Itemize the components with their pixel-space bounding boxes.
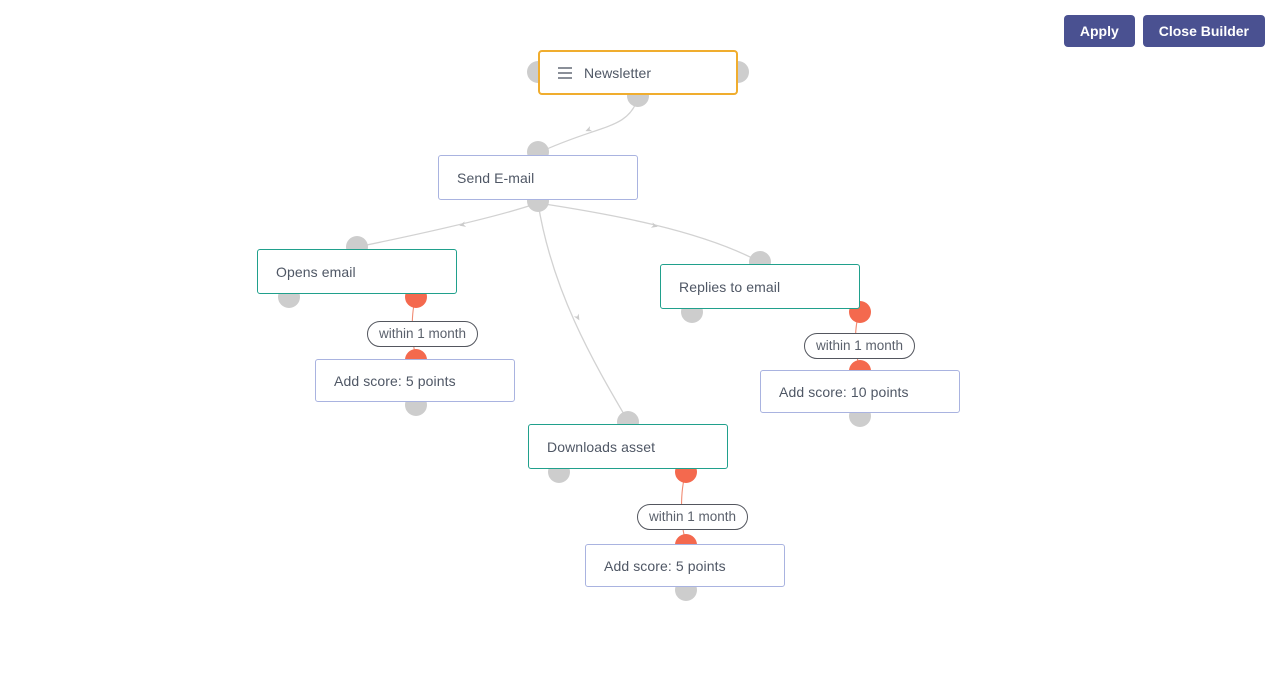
node-send-email[interactable]: Send E-mail: [438, 155, 638, 200]
edge-label-within-1-month-left[interactable]: within 1 month: [367, 321, 479, 347]
edge-send-email-to-replies-to-email: [537, 202, 761, 263]
list-icon: [558, 66, 572, 79]
apply-button[interactable]: Apply: [1063, 15, 1135, 47]
node-label-add-score-5-bottom: Add score: 5 points: [604, 557, 726, 574]
edge-send-email-to-opens-email: [356, 202, 539, 248]
edge-send-email-to-downloads-asset: [537, 202, 629, 422]
workflow-canvas[interactable]: Newsletter Send E-mail Opens email Repli…: [0, 0, 1275, 680]
node-label-send-email: Send E-mail: [457, 169, 535, 186]
workflow-builder: Apply Close Builder Newsletter Send E-ma…: [0, 0, 1275, 680]
node-label-downloads-asset: Downloads asset: [547, 438, 656, 455]
edge-label-within-1-month-bottom[interactable]: within 1 month: [637, 504, 749, 530]
edge-label-within-1-month-right[interactable]: within 1 month: [804, 333, 916, 359]
close-builder-button[interactable]: Close Builder: [1142, 15, 1265, 47]
node-opens-email[interactable]: Opens email: [257, 249, 457, 294]
node-label-add-score-5-left: Add score: 5 points: [334, 372, 456, 389]
edge-newsletter-to-send-email: [537, 97, 639, 154]
node-downloads-asset[interactable]: Downloads asset: [528, 424, 728, 469]
node-label-opens-email: Opens email: [276, 263, 356, 280]
node-add-score-10[interactable]: Add score: 10 points: [760, 370, 960, 413]
node-replies-to-email[interactable]: Replies to email: [660, 264, 860, 309]
node-label-replies-to-email: Replies to email: [679, 278, 781, 295]
builder-toolbar: Apply Close Builder: [1063, 15, 1265, 47]
node-label-newsletter: Newsletter: [584, 64, 652, 81]
node-label-add-score-10: Add score: 10 points: [779, 383, 909, 400]
node-newsletter[interactable]: Newsletter: [538, 50, 738, 95]
node-add-score-5-left[interactable]: Add score: 5 points: [315, 359, 515, 402]
node-add-score-5-bottom[interactable]: Add score: 5 points: [585, 544, 785, 587]
